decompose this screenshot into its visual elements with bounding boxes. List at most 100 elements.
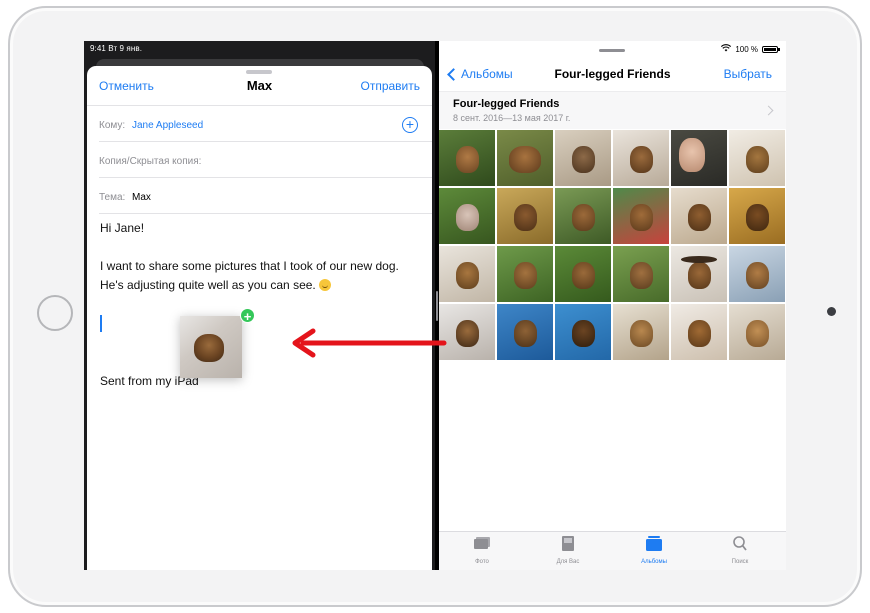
photo-thumbnail[interactable] <box>613 246 669 302</box>
photo-thumbnail[interactable] <box>671 130 727 186</box>
dog-image <box>455 145 480 173</box>
battery-percentage: 100 % <box>735 44 758 54</box>
photo-thumbnail[interactable] <box>439 246 495 302</box>
dog-image <box>455 261 480 289</box>
cc-bcc-field[interactable]: Копия/Скрытая копия: <box>99 142 432 178</box>
for-you-tab-icon <box>562 536 574 551</box>
dog-image <box>687 319 712 347</box>
album-title: Four-legged Friends <box>453 98 560 110</box>
dog-image <box>629 319 654 347</box>
dog-image <box>745 203 770 231</box>
photo-thumbnail[interactable] <box>555 130 611 186</box>
home-button[interactable] <box>37 295 73 331</box>
hat-brim <box>681 256 717 263</box>
photo-thumbnail[interactable] <box>613 130 669 186</box>
grinning-emoji-icon <box>319 279 332 291</box>
camera <box>827 307 836 316</box>
photo-grid <box>439 130 786 360</box>
tab-label: Фото <box>475 559 489 565</box>
dog-image <box>571 261 596 289</box>
photo-thumbnail[interactable] <box>613 188 669 244</box>
compose-nav-bar: Отменить Max Отправить <box>87 66 432 106</box>
subject-label: Тема: <box>99 192 126 203</box>
photos-nav-bar: Альбомы Four-legged Friends Выбрать <box>439 60 786 90</box>
photo-thumbnail[interactable] <box>671 188 727 244</box>
app-grabber[interactable] <box>599 49 625 52</box>
dog-image <box>513 203 538 231</box>
photo-thumbnail[interactable] <box>729 304 785 360</box>
photo-thumbnail[interactable] <box>555 188 611 244</box>
add-drop-badge-icon: + <box>240 308 255 324</box>
dog-image <box>455 319 480 347</box>
dog-image <box>571 145 596 173</box>
subject-value[interactable]: Max <box>132 192 151 203</box>
send-button[interactable]: Отправить <box>360 79 420 93</box>
photo-thumbnail[interactable] <box>729 246 785 302</box>
body-line-2: He's adjusting quite well as you can see… <box>100 278 316 292</box>
tab-albums[interactable]: Альбомы <box>611 536 697 565</box>
tab-label: Альбомы <box>641 559 667 565</box>
mail-pane: 9:41 Вт 9 янв. Отменить Max Отправить Ко… <box>84 41 435 570</box>
dog-image <box>513 319 538 347</box>
dog-image <box>629 261 654 289</box>
to-recipient[interactable]: Jane Appleseed <box>132 120 203 131</box>
body-line-2-wrap[interactable]: He's adjusting quite well as you can see… <box>100 276 332 295</box>
dog-image <box>194 334 224 362</box>
photo-thumbnail[interactable] <box>729 130 785 186</box>
dog-image <box>687 203 712 231</box>
dog-image <box>745 261 770 289</box>
photo-thumbnail[interactable] <box>555 304 611 360</box>
photos-tab-icon <box>474 537 490 549</box>
dog-image <box>509 145 541 173</box>
dog-image <box>455 203 480 231</box>
wifi-icon <box>721 44 732 54</box>
tab-label: Для Вас <box>556 559 580 565</box>
photo-thumbnail[interactable] <box>497 188 553 244</box>
photo-thumbnail[interactable] <box>729 188 785 244</box>
photo-thumbnail[interactable] <box>497 246 553 302</box>
drag-direction-arrow-icon <box>292 328 447 358</box>
tab-for-you[interactable]: Для Вас <box>525 536 611 565</box>
dog-image <box>745 319 770 347</box>
to-label: Кому: <box>99 120 126 131</box>
search-tab-icon <box>733 536 747 551</box>
photo-thumbnail[interactable] <box>497 304 553 360</box>
dog-image <box>745 145 770 173</box>
chevron-right-icon <box>763 105 774 116</box>
photo-thumbnail[interactable] <box>439 188 495 244</box>
to-field[interactable]: Кому: Jane Appleseed + <box>99 106 432 142</box>
photo-thumbnail[interactable] <box>439 130 495 186</box>
cc-bcc-label: Копия/Скрытая копия: <box>99 156 202 167</box>
body-line-1[interactable]: I want to share some pictures that I too… <box>100 257 399 276</box>
photo-thumbnail[interactable] <box>497 130 553 186</box>
dog-image <box>629 145 654 173</box>
photo-thumbnail[interactable] <box>555 246 611 302</box>
albums-tab-icon <box>646 536 662 551</box>
tab-photos[interactable]: Фото <box>439 536 525 565</box>
split-view-handle[interactable] <box>436 291 438 321</box>
subject-field[interactable]: Тема: Max <box>99 178 432 214</box>
tab-label: Поиск <box>731 559 749 565</box>
dragged-photo[interactable]: + <box>180 308 255 378</box>
add-contact-icon[interactable]: + <box>402 117 418 133</box>
select-button[interactable]: Выбрать <box>724 67 772 81</box>
tab-bar: Фото Для Вас Альбомы Поиск <box>439 531 786 570</box>
tab-search[interactable]: Поиск <box>697 536 783 565</box>
text-cursor <box>100 315 102 332</box>
album-header[interactable]: Four-legged Friends 8 сент. 2016—13 мая … <box>439 91 786 129</box>
status-time: 9:41 Вт 9 янв. <box>90 44 143 53</box>
dragged-photo-thumbnail <box>180 316 242 378</box>
dog-image <box>513 261 538 289</box>
album-dates: 8 сент. 2016—13 мая 2017 г. <box>453 113 571 123</box>
dog-with-hat-image <box>687 261 712 289</box>
person-image <box>679 138 705 172</box>
photo-thumbnail[interactable] <box>671 246 727 302</box>
compose-sheet: Отменить Max Отправить Кому: Jane Apples… <box>87 66 432 570</box>
battery-icon <box>762 45 780 53</box>
photo-thumbnail[interactable] <box>613 304 669 360</box>
screen: 9:41 Вт 9 янв. Отменить Max Отправить Ко… <box>84 41 786 570</box>
body-greeting[interactable]: Hi Jane! <box>100 219 144 238</box>
dog-image <box>571 203 596 231</box>
dog-image <box>571 319 596 347</box>
photo-thumbnail[interactable] <box>671 304 727 360</box>
